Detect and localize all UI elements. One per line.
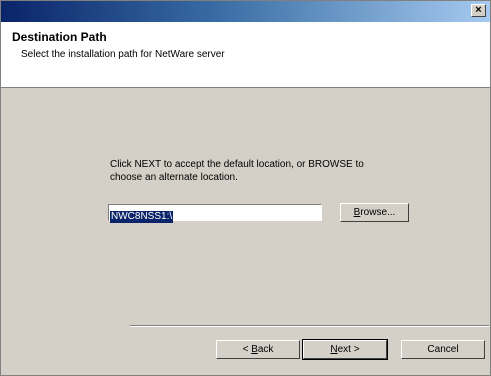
browse-button[interactable]: Browse...: [340, 203, 409, 222]
back-label-pre: <: [242, 344, 252, 355]
browse-label-post: rowse...: [360, 207, 396, 218]
back-button[interactable]: < Back: [216, 340, 300, 359]
cancel-label: Cancel: [427, 344, 459, 355]
instruction-text: Click NEXT to accept the default locatio…: [110, 158, 410, 184]
destination-path-value: NWC8NSS1:\: [110, 211, 174, 223]
installer-dialog: × Destination Path Select the installati…: [0, 0, 491, 376]
page-title: Destination Path: [12, 30, 107, 44]
destination-path-input[interactable]: NWC8NSS1:\: [108, 204, 322, 223]
close-icon: ×: [475, 4, 482, 16]
next-label-accel: N: [330, 344, 338, 355]
back-label-post: ack: [257, 344, 274, 355]
instruction-line-1: Click NEXT to accept the default locatio…: [110, 159, 364, 170]
next-label-post: ext >: [337, 344, 360, 355]
next-button[interactable]: Next >: [302, 339, 388, 360]
title-bar[interactable]: ×: [1, 1, 490, 22]
instruction-line-2: choose an alternate location.: [110, 172, 238, 183]
close-button[interactable]: ×: [471, 4, 486, 17]
button-separator: [130, 325, 489, 327]
back-label-accel: B: [251, 344, 258, 355]
cancel-button[interactable]: Cancel: [401, 340, 485, 359]
dialog-header: Destination Path Select the installation…: [1, 22, 490, 88]
page-subtitle: Select the installation path for NetWare…: [21, 49, 225, 60]
